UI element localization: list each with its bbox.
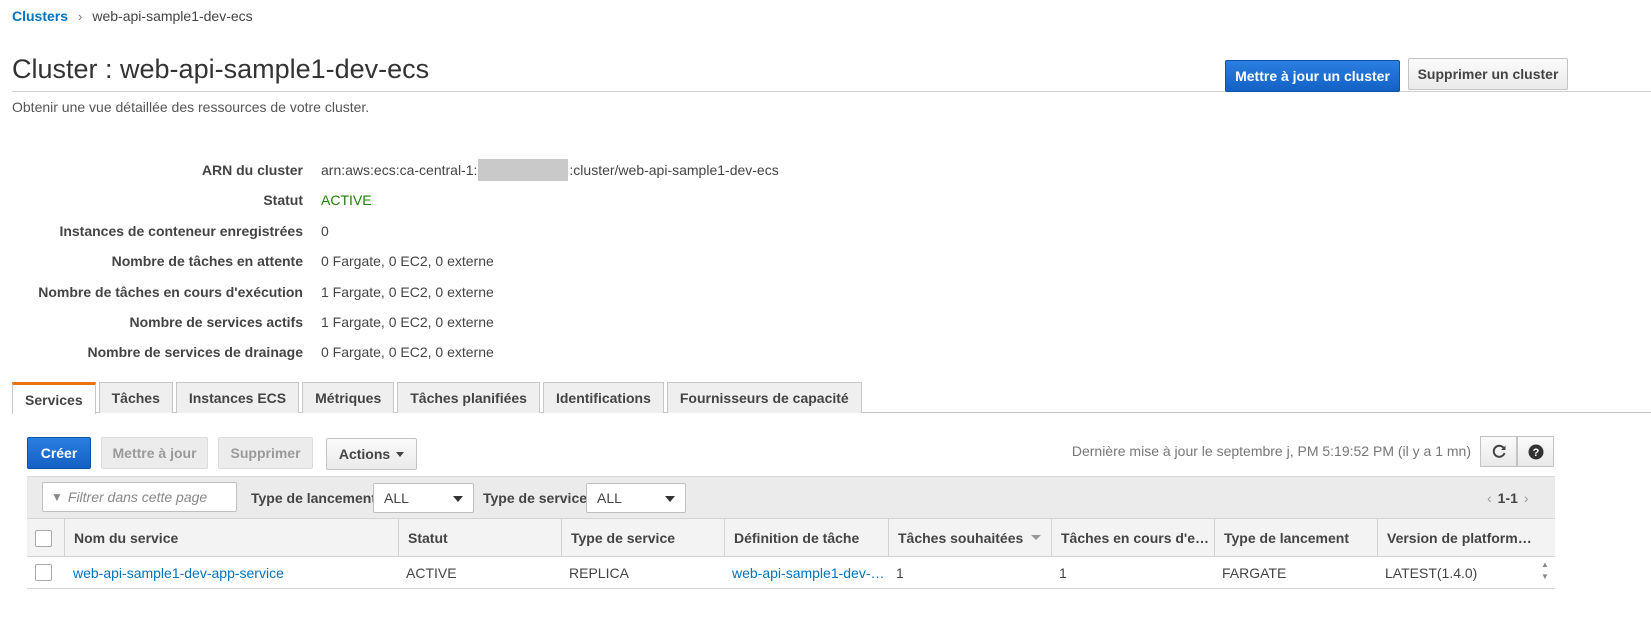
status-badge: ACTIVE	[321, 192, 372, 208]
sort-desc-icon	[1031, 535, 1042, 540]
column-platform-version[interactable]: Version de platform…	[1377, 518, 1541, 557]
scroll-down-icon[interactable]: ▼	[1541, 571, 1551, 583]
arn-prefix: arn:aws:ecs:ca-central-1:	[321, 162, 478, 178]
chevron-right-icon: ›	[78, 8, 83, 24]
cluster-tabs: Services Tâches Instances ECS Métriques …	[12, 382, 865, 414]
breadcrumb: Clusters › web-api-sample1-dev-ecs	[12, 8, 253, 24]
select-all-checkbox[interactable]	[35, 530, 52, 547]
scroll-up-icon[interactable]: ▲	[1541, 559, 1551, 571]
svg-text:?: ?	[1532, 447, 1539, 459]
service-type-select[interactable]: ALL	[586, 483, 686, 513]
last-updated-text: Dernière mise à jour le septembre j, PM …	[1071, 443, 1471, 459]
task-definition-link[interactable]: web-api-sample1-dev-…	[732, 565, 884, 581]
redacted-account-id	[478, 159, 569, 181]
table-row-service-type: REPLICA	[569, 564, 629, 581]
prev-page-icon[interactable]: ‹	[1487, 490, 1492, 506]
help-icon: ?	[1528, 444, 1543, 459]
table-row-launch-type: FARGATE	[1222, 564, 1287, 581]
refresh-button[interactable]	[1480, 436, 1517, 467]
detail-label: Instances de conteneur enregistrées	[59, 223, 303, 239]
help-button[interactable]: ?	[1517, 436, 1554, 467]
detail-row-active-services: Nombre de services actifs 1 Fargate, 0 E…	[0, 307, 800, 337]
detail-label: Nombre de tâches en cours d'exécution	[38, 284, 303, 300]
service-name-link[interactable]: web-api-sample1-dev-app-service	[73, 565, 284, 581]
create-service-button[interactable]: Créer	[27, 437, 91, 469]
caret-down-icon	[665, 496, 675, 502]
column-service-type[interactable]: Type de service	[561, 518, 725, 557]
detail-value: 0 Fargate, 0 EC2, 0 externe	[321, 344, 494, 360]
column-desired-tasks[interactable]: Tâches souhaitées	[888, 518, 1052, 557]
detail-row-running: Nombre de tâches en cours d'exécution 1 …	[0, 277, 800, 307]
detail-value: 0	[321, 223, 329, 239]
table-row-status: ACTIVE	[406, 564, 457, 581]
detail-value: 0 Fargate, 0 EC2, 0 externe	[321, 253, 494, 269]
delete-cluster-button[interactable]: Supprimer un cluster	[1408, 58, 1568, 90]
column-running-tasks[interactable]: Tâches en cours d'e…	[1051, 518, 1215, 557]
arn-suffix: :cluster/web-api-sample1-dev-ecs	[569, 162, 779, 178]
tab-tasks[interactable]: Tâches	[98, 382, 173, 413]
detail-value: 1 Fargate, 0 EC2, 0 externe	[321, 284, 494, 300]
page-title: Cluster : web-api-sample1-dev-ecs	[12, 54, 430, 84]
detail-row-draining: Nombre de services de drainage 0 Fargate…	[0, 337, 800, 367]
filter-icon: ▼	[51, 490, 63, 504]
breadcrumb-current: web-api-sample1-dev-ecs	[92, 8, 253, 24]
tab-services[interactable]: Services	[12, 382, 96, 414]
column-service-name[interactable]: Nom du service	[64, 518, 399, 557]
detail-label: Nombre de services actifs	[129, 314, 303, 330]
column-task-definition[interactable]: Définition de tâche	[724, 518, 889, 557]
update-service-button[interactable]: Mettre à jour	[101, 437, 208, 469]
table-row-platform-version: LATEST(1.4.0)	[1385, 564, 1478, 581]
table-row-desired-tasks: 1	[896, 564, 904, 581]
detail-row-status: Statut ACTIVE	[0, 185, 800, 215]
search-input[interactable]: ▼ Filtrer dans cette page	[42, 482, 237, 512]
detail-label: Statut	[263, 192, 303, 208]
next-page-icon[interactable]: ›	[1524, 490, 1529, 506]
detail-value: arn:aws:ecs:ca-central-1: :cluster/web-a…	[321, 159, 779, 181]
service-type-label: Type de service	[483, 490, 588, 506]
search-placeholder: Filtrer dans cette page	[67, 489, 208, 505]
pagination: ‹ 1-1 ›	[1487, 490, 1529, 506]
detail-label: Nombre de services de drainage	[87, 344, 303, 360]
table-row-task-definition: web-api-sample1-dev-…	[724, 557, 884, 588]
service-type-value: ALL	[597, 490, 622, 506]
table-row-service-name: web-api-sample1-dev-app-service	[65, 557, 395, 588]
tab-metrics[interactable]: Métriques	[302, 382, 395, 413]
detail-value: 1 Fargate, 0 EC2, 0 externe	[321, 314, 494, 330]
table-row-running-tasks: 1	[1059, 564, 1067, 581]
tab-scheduled-tasks[interactable]: Tâches planifiées	[397, 382, 540, 413]
column-label: Tâches souhaitées	[898, 529, 1024, 546]
delete-service-button[interactable]: Supprimer	[218, 437, 313, 469]
detail-label: ARN du cluster	[201, 162, 303, 178]
launch-type-value: ALL	[384, 490, 409, 506]
detail-row-pending: Nombre de tâches en attente 0 Fargate, 0…	[0, 246, 800, 276]
row-checkbox[interactable]	[35, 564, 52, 581]
page-subtitle: Obtenir une vue détaillée des ressources…	[12, 99, 370, 115]
launch-type-select[interactable]: ALL	[373, 483, 474, 513]
detail-row-arn: ARN du cluster arn:aws:ecs:ca-central-1:…	[0, 155, 800, 185]
column-status[interactable]: Statut	[398, 518, 562, 557]
refresh-icon	[1492, 444, 1505, 458]
update-cluster-button[interactable]: Mettre à jour un cluster	[1225, 60, 1400, 92]
table-scrollbar[interactable]: ▲ ▼	[1541, 559, 1551, 583]
title-divider	[12, 91, 1651, 92]
launch-type-label: Type de lancement	[251, 490, 377, 506]
actions-dropdown[interactable]: Actions	[326, 438, 417, 470]
page-range: 1-1	[1497, 490, 1518, 506]
caret-down-icon	[453, 496, 463, 502]
actions-label: Actions	[338, 446, 391, 462]
caret-down-icon	[396, 451, 405, 457]
tab-capacity-providers[interactable]: Fournisseurs de capacité	[666, 382, 862, 413]
tab-ecs-instances[interactable]: Instances ECS	[175, 382, 300, 413]
detail-label: Nombre de tâches en attente	[111, 253, 303, 269]
detail-row-instances: Instances de conteneur enregistrées 0	[0, 216, 800, 246]
breadcrumb-clusters-link[interactable]: Clusters	[12, 8, 68, 24]
row-divider	[27, 588, 1555, 589]
column-launch-type[interactable]: Type de lancement	[1214, 518, 1378, 557]
tab-tags[interactable]: Identifications	[542, 382, 664, 413]
